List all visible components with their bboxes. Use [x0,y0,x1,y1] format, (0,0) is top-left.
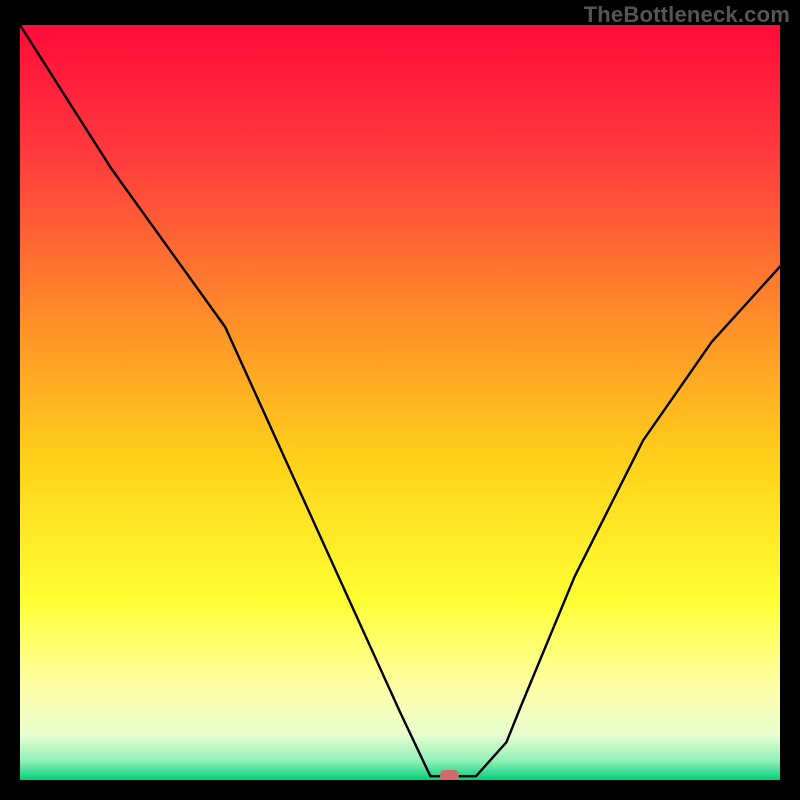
gradient-background [20,25,780,780]
plot-area [20,25,780,780]
chart-frame: TheBottleneck.com [0,0,800,800]
chart-svg [20,25,780,780]
optimal-point-marker [440,770,459,780]
